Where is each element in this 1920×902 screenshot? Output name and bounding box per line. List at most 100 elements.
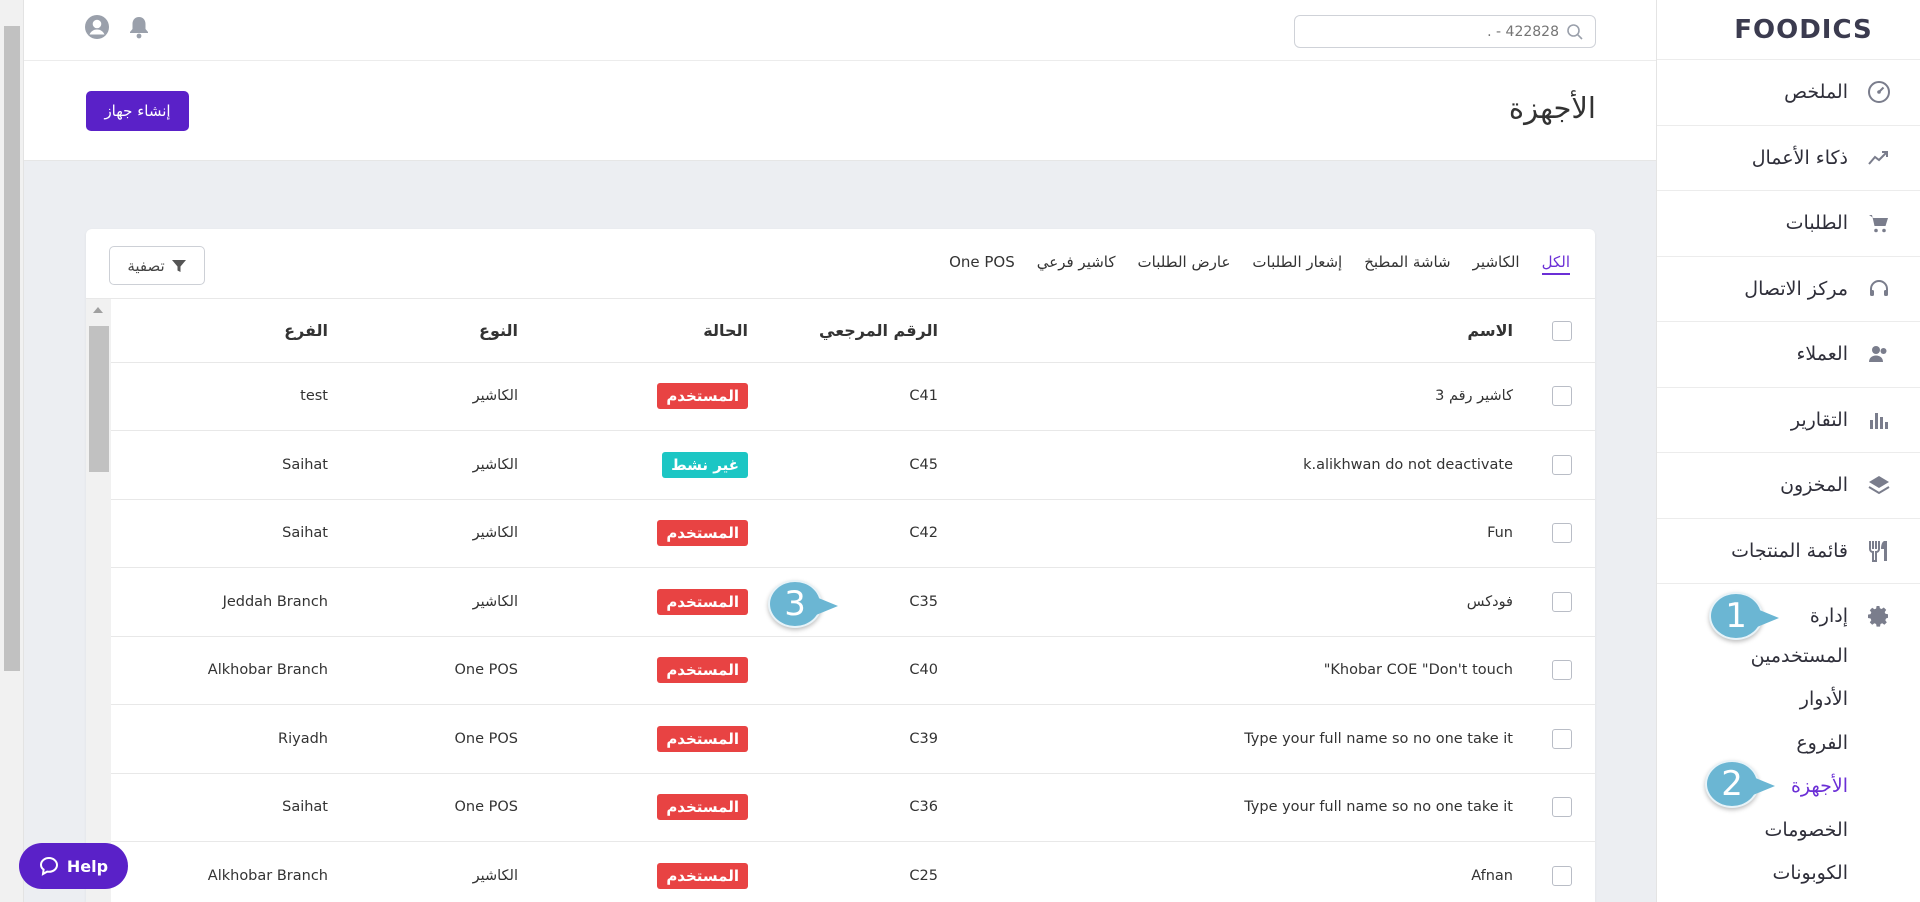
filter-button[interactable]: تصفية (109, 246, 205, 285)
cell-branch: Riyadh (111, 704, 328, 774)
row-checkbox-cell (1513, 704, 1595, 774)
window-scrollbar-thumb[interactable] (4, 26, 20, 671)
header-status[interactable]: الحالة (518, 299, 748, 363)
cell-name[interactable]: Khobar COE "Don't touch" (938, 636, 1513, 705)
table-row[interactable]: Afnan C25 المستخدم الكاشير Alkhobar Branch (111, 841, 1595, 902)
cell-ref: C25 (748, 841, 938, 902)
tab-order-viewer[interactable]: عارض الطلبات (1138, 253, 1231, 275)
header-type[interactable]: النوع (328, 299, 518, 363)
header-branch[interactable]: الفرع (111, 299, 328, 363)
cell-name[interactable]: Type your full name so no one take it (938, 704, 1513, 774)
page-header: الأجهزة إنشاء جهاز (24, 61, 1656, 161)
status-badge: المستخدم (657, 657, 748, 684)
callout-2: 2 (1705, 760, 1775, 808)
cart-icon (1866, 210, 1892, 236)
cell-name[interactable]: Afnan (938, 841, 1513, 902)
sidebar-item-menu[interactable]: قائمة المنتجات (1657, 519, 1920, 584)
search-box[interactable] (1294, 15, 1596, 48)
cell-status: المستخدم (518, 636, 748, 705)
sidebar-item-label: ذكاء الأعمال (1751, 146, 1848, 169)
status-badge: المستخدم (657, 794, 748, 821)
row-checkbox-cell (1513, 636, 1595, 705)
tab-one-pos[interactable]: One POS (949, 253, 1015, 275)
page-title: الأجهزة (1508, 91, 1596, 125)
row-checkbox[interactable] (1552, 728, 1572, 749)
row-checkbox-cell (1513, 499, 1595, 568)
sidebar-item-label: الملخص (1784, 81, 1848, 104)
scroll-up-arrow-icon[interactable] (93, 307, 103, 313)
table-header-row: الاسم الرقم المرجعي الحالة النوع الفرع (111, 299, 1595, 363)
user-icon[interactable] (84, 14, 110, 40)
cell-name[interactable]: Fun (938, 499, 1513, 568)
tab-order-notifier[interactable]: إشعار الطلبات (1252, 253, 1342, 275)
table-scrollbar[interactable] (86, 299, 111, 902)
sidebar-item-business-intelligence[interactable]: ذكاء الأعمال (1657, 126, 1920, 191)
select-all-checkbox[interactable] (1552, 320, 1572, 341)
sidebar-subitem-coupons[interactable]: الكوبونات (1657, 852, 1920, 896)
row-checkbox-cell (1513, 841, 1595, 902)
bell-icon[interactable] (126, 14, 152, 40)
table-row[interactable]: Khobar COE "Don't touch" C40 المستخدم One P… (111, 636, 1595, 705)
cell-name[interactable]: Type your full name so no one take it (938, 773, 1513, 842)
sidebar-item-label: العملاء (1796, 343, 1849, 366)
row-checkbox[interactable] (1552, 523, 1572, 544)
cell-ref: C41 (748, 362, 938, 431)
sidebar-subitem-discounts[interactable]: الخصومات (1657, 808, 1920, 852)
table-scrollbar-thumb[interactable] (89, 326, 109, 472)
top-bar (24, 0, 1656, 61)
sidebar-subitem-devices[interactable]: الأجهزة (1657, 765, 1920, 809)
sidebar-subitem-users[interactable]: المستخدمين (1657, 634, 1920, 678)
cell-status: المستخدم (518, 704, 748, 774)
tab-all[interactable]: الكل (1541, 253, 1570, 275)
cell-type: الكاشير (328, 362, 518, 431)
cell-name[interactable]: كاشير رقم 3 (938, 362, 1513, 431)
cell-name[interactable]: k.alikhwan do not deactivate (938, 430, 1513, 500)
search-input[interactable] (1295, 23, 1559, 40)
cell-type: الكاشير (328, 430, 518, 500)
row-checkbox[interactable] (1552, 591, 1572, 612)
header-checkbox-cell (1513, 299, 1595, 363)
sidebar-item-management[interactable]: إدارة (1657, 598, 1920, 634)
row-checkbox[interactable] (1552, 386, 1572, 407)
cell-type: One POS (328, 704, 518, 774)
create-device-button[interactable]: إنشاء جهاز (86, 91, 189, 131)
table-row[interactable]: Type your full name so no one take it C39… (111, 704, 1595, 774)
tab-cashier[interactable]: الكاشير (1473, 253, 1520, 275)
row-checkbox[interactable] (1552, 454, 1572, 475)
table-row[interactable]: k.alikhwan do not deactivate C45 غير نشط ال… (111, 430, 1595, 500)
help-button[interactable]: Help (19, 843, 128, 889)
search-icon[interactable] (1565, 22, 1585, 42)
table-row[interactable]: كاشير رقم 3 C41 المستخدم الكاشير test (111, 362, 1595, 431)
sidebar-item-inventory[interactable]: المخزون (1657, 453, 1920, 519)
sidebar-item-reports[interactable]: التقارير (1657, 388, 1920, 453)
table-row[interactable]: Type your full name so no one take it C36… (111, 773, 1595, 842)
tab-sub-cashier[interactable]: كاشير فرعي (1037, 253, 1116, 275)
gear-icon (1866, 603, 1892, 629)
sidebar-item-call-center[interactable]: مركز الاتصال (1657, 257, 1920, 322)
table-row[interactable]: Fun C42 المستخدم الكاشير Saihat (111, 499, 1595, 568)
cell-branch: test (111, 362, 328, 431)
foodics-logo[interactable]: FOODICS (1657, 0, 1920, 60)
sidebar-subitem-roles[interactable]: الأدوار (1657, 678, 1920, 722)
tab-kitchen-display[interactable]: شاشة المطبخ (1364, 253, 1450, 275)
sidebar-subitem-branches[interactable]: الفروع (1657, 721, 1920, 765)
window-scrollbar[interactable] (0, 0, 24, 902)
cell-ref: C36 (748, 773, 938, 842)
row-checkbox[interactable] (1552, 865, 1572, 886)
row-checkbox-cell (1513, 430, 1595, 500)
row-checkbox[interactable] (1552, 797, 1572, 818)
cell-branch: Saihat (111, 773, 328, 842)
header-name[interactable]: الاسم (938, 299, 1513, 363)
help-label: Help (66, 856, 109, 876)
sidebar-item-orders[interactable]: الطلبات (1657, 191, 1920, 257)
row-checkbox[interactable] (1552, 660, 1572, 681)
sidebar-item-customers[interactable]: العملاء (1657, 322, 1920, 388)
cell-name[interactable]: فودكس (938, 567, 1513, 637)
row-checkbox-cell (1513, 567, 1595, 637)
cell-branch: Alkhobar Branch (111, 841, 328, 902)
filter-icon (171, 258, 187, 274)
sidebar-item-dashboard[interactable]: الملخص (1657, 60, 1920, 126)
header-ref[interactable]: الرقم المرجعي (748, 299, 938, 363)
table-row[interactable]: فودكس C35 المستخدم الكاشير Jeddah Branch (111, 567, 1595, 637)
reports-icon (1866, 407, 1892, 433)
